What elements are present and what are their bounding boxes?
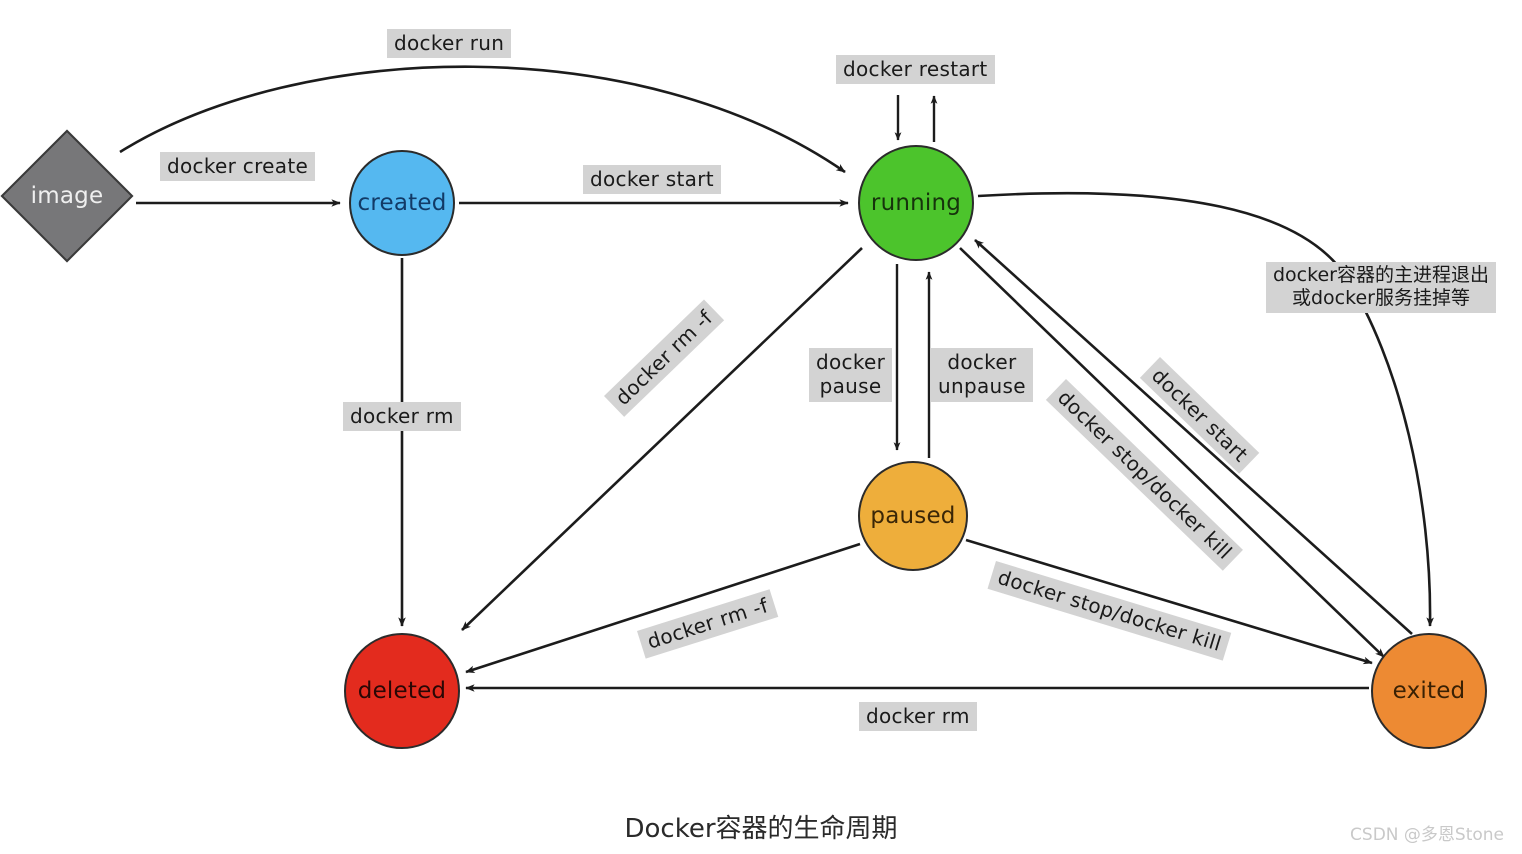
- edge-label-docker-pause: docker pause: [809, 348, 893, 402]
- edge-label-docker-start: docker start: [583, 165, 721, 195]
- edge-label-docker-unpause: docker unpause: [931, 348, 1033, 402]
- caption-text: Docker容器的生命周期: [624, 814, 898, 844]
- node-exited[interactable]: exited: [1371, 633, 1487, 749]
- edge-docker-rm-f-running: [461, 247, 863, 631]
- docker-unpause-line1: docker: [947, 350, 1017, 374]
- watermark: CSDN @多恩Stone: [1350, 825, 1504, 845]
- edge-label-docker-rm-bottom: docker rm: [859, 702, 977, 732]
- node-running-label: running: [870, 189, 962, 216]
- edge-label-docker-rm-created: docker rm: [343, 402, 461, 432]
- node-paused[interactable]: paused: [858, 461, 968, 571]
- node-created[interactable]: created: [349, 150, 455, 256]
- docker-pause-line2: pause: [819, 374, 882, 399]
- edge-label-docker-create: docker create: [160, 152, 316, 182]
- edge-label-docker-restart: docker restart: [836, 55, 995, 85]
- docker-unpause-line2: unpause: [938, 374, 1026, 399]
- node-image[interactable]: image: [0, 129, 134, 263]
- edge-label-docker-run: docker run: [387, 29, 512, 59]
- diagram-canvas: image created running paused exited dele…: [0, 0, 1522, 854]
- node-exited-label: exited: [1392, 677, 1466, 704]
- node-paused-label: paused: [870, 502, 956, 529]
- node-deleted-label: deleted: [357, 677, 447, 704]
- edge-layer: [119, 65, 1434, 692]
- node-created-label: created: [357, 189, 447, 216]
- node-running[interactable]: running: [858, 145, 974, 261]
- crash-line1: docker容器的主进程退出: [1273, 264, 1489, 286]
- edge-label-container-crash: docker容器的主进程退出 或docker服务挂掉等: [1266, 262, 1496, 314]
- node-deleted[interactable]: deleted: [344, 633, 460, 749]
- crash-line2: 或docker服务挂掉等: [1292, 287, 1470, 310]
- docker-pause-line1: docker: [816, 350, 886, 374]
- node-image-label: image: [30, 182, 104, 209]
- diagram-caption: Docker容器的生命周期: [0, 808, 1522, 845]
